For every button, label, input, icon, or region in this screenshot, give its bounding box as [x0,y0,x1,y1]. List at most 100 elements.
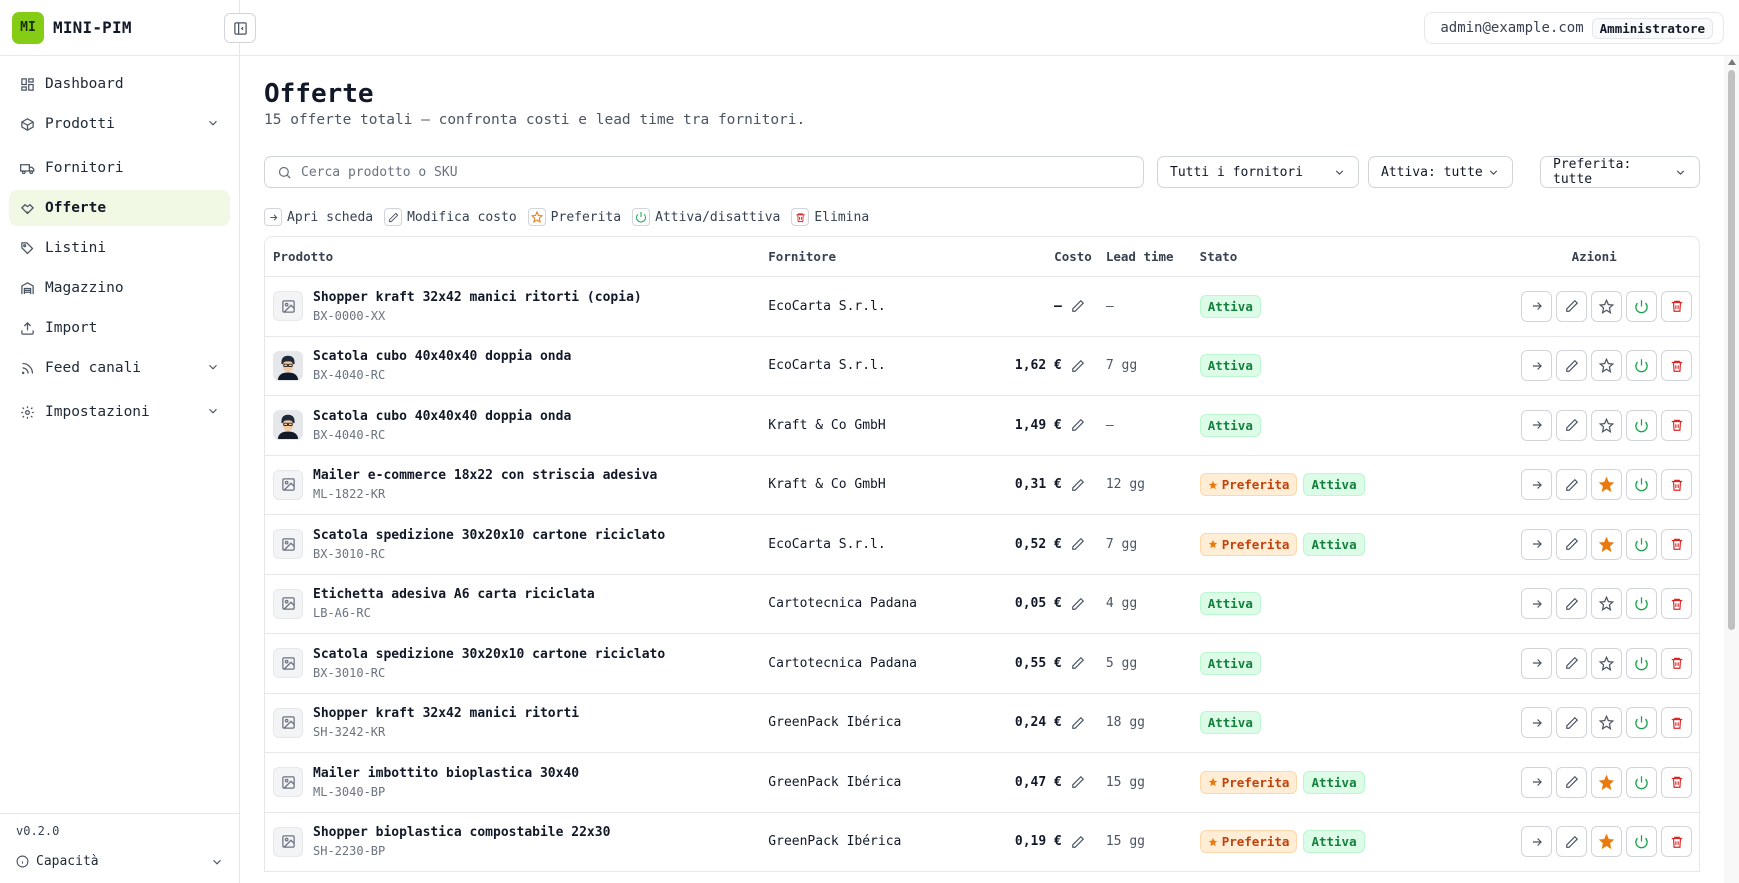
preferred-toggle-button[interactable] [1591,826,1622,858]
preferred-toggle-button[interactable] [1591,647,1622,679]
table-row[interactable]: Scatola cubo 40x40x40 doppia onda BX-4040… [265,337,1699,396]
sidebar-item-fornitori[interactable]: Fornitori [9,150,230,186]
edit-cost-button[interactable] [1556,528,1587,560]
delete-button[interactable] [1661,766,1692,798]
edit-cost-icon[interactable] [1071,656,1085,670]
preferred-toggle-button[interactable] [1591,409,1622,441]
active-toggle-button[interactable] [1626,766,1657,798]
product-name[interactable]: Mailer e-commerce 18x22 con striscia ade… [313,468,657,483]
active-toggle-button[interactable] [1626,290,1657,322]
delete-button[interactable] [1661,409,1692,441]
edit-cost-icon[interactable] [1071,359,1085,373]
open-detail-button[interactable] [1521,528,1552,560]
edit-cost-button[interactable] [1556,766,1587,798]
open-detail-button[interactable] [1521,766,1552,798]
active-toggle-button[interactable] [1626,469,1657,501]
edit-cost-icon[interactable] [1071,716,1085,730]
active-toggle-button[interactable] [1626,350,1657,382]
delete-button[interactable] [1661,290,1692,322]
edit-cost-button[interactable] [1556,647,1587,679]
col-supplier-header[interactable]: Fornitore [768,249,988,264]
scroll-up-arrow[interactable] [1728,59,1736,65]
scroll-thumb[interactable] [1728,70,1735,630]
table-row[interactable]: Shopper kraft 32x42 manici ritorti SH-324… [265,694,1699,753]
edit-cost-button[interactable] [1556,290,1587,322]
delete-button[interactable] [1661,528,1692,560]
sidebar-item-dashboard[interactable]: Dashboard [9,66,230,102]
edit-cost-button[interactable] [1556,409,1587,441]
active-toggle-button[interactable] [1626,409,1657,441]
chevron-down-icon[interactable] [206,360,220,378]
delete-button[interactable] [1661,647,1692,679]
edit-cost-icon[interactable] [1071,597,1085,611]
table-row[interactable]: Mailer e-commerce 18x22 con striscia ade… [265,456,1699,515]
open-detail-button[interactable] [1521,826,1552,858]
delete-button[interactable] [1661,707,1692,739]
table-row[interactable]: Shopper kraft 32x42 manici ritorti (copi… [265,277,1699,337]
product-name[interactable]: Shopper kraft 32x42 manici ritorti [313,706,579,721]
col-lead-header[interactable]: Lead time [1092,249,1200,264]
table-row[interactable]: Scatola cubo 40x40x40 doppia onda BX-4040… [265,396,1699,456]
open-detail-button[interactable] [1521,647,1552,679]
chevron-down-icon[interactable] [206,116,220,134]
delete-button[interactable] [1661,826,1692,858]
edit-cost-icon[interactable] [1071,478,1085,492]
table-row[interactable]: Scatola spedizione 30x20x10 cartone rici… [265,634,1699,694]
preferred-toggle-button[interactable] [1591,290,1622,322]
preferred-toggle-button[interactable] [1591,350,1622,382]
col-product-header[interactable]: Prodotto [265,249,768,264]
table-row[interactable]: Shopper bioplastica compostabile 22x30 SH… [265,813,1699,872]
edit-cost-button[interactable] [1556,707,1587,739]
preferred-toggle-button[interactable] [1591,766,1622,798]
edit-cost-icon[interactable] [1071,775,1085,789]
sidebar-item-feed-canali[interactable]: Feed canali [9,350,230,386]
chevron-down-icon[interactable] [206,404,220,422]
search-box[interactable] [264,156,1144,188]
edit-cost-button[interactable] [1556,350,1587,382]
product-name[interactable]: Scatola cubo 40x40x40 doppia onda [313,349,571,364]
delete-button[interactable] [1661,588,1692,620]
page-scrollbar[interactable] [1724,56,1739,883]
active-toggle-button[interactable] [1626,647,1657,679]
active-toggle-button[interactable] [1626,707,1657,739]
delete-button[interactable] [1661,469,1692,501]
sidebar-collapse-button[interactable] [224,13,256,43]
sidebar-item-listini[interactable]: Listini [9,230,230,266]
edit-cost-icon[interactable] [1071,537,1085,551]
table-row[interactable]: Scatola spedizione 30x20x10 cartone rici… [265,515,1699,575]
sidebar-item-import[interactable]: Import [9,310,230,346]
sidebar-item-prodotti[interactable]: Prodotti [9,106,230,142]
supplier-filter-select[interactable]: Tutti i fornitori [1157,156,1359,188]
active-toggle-button[interactable] [1626,528,1657,560]
product-name[interactable]: Etichetta adesiva A6 carta riciclata [313,587,595,602]
active-filter-select[interactable]: Attiva: tutte [1368,156,1513,188]
search-input[interactable] [301,164,1101,180]
product-name[interactable]: Mailer imbottito bioplastica 30x40 [313,766,579,781]
product-name[interactable]: Scatola spedizione 30x20x10 cartone rici… [313,528,665,543]
sidebar-item-impostazioni[interactable]: Impostazioni [9,394,230,430]
open-detail-button[interactable] [1521,350,1552,382]
preferred-filter-select[interactable]: Preferita: tutte [1540,156,1700,188]
open-detail-button[interactable] [1521,707,1552,739]
open-detail-button[interactable] [1521,409,1552,441]
edit-cost-icon[interactable] [1071,299,1085,313]
edit-cost-icon[interactable] [1071,835,1085,849]
open-detail-button[interactable] [1521,588,1552,620]
open-detail-button[interactable] [1521,469,1552,501]
preferred-toggle-button[interactable] [1591,469,1622,501]
capacity-toggle[interactable]: Capacità [16,854,224,869]
edit-cost-button[interactable] [1556,469,1587,501]
sidebar-item-offerte[interactable]: Offerte [9,190,230,226]
preferred-toggle-button[interactable] [1591,588,1622,620]
table-row[interactable]: Etichetta adesiva A6 carta riciclata LB-A… [265,575,1699,634]
delete-button[interactable] [1661,350,1692,382]
edit-cost-button[interactable] [1556,826,1587,858]
table-row[interactable]: Mailer imbottito bioplastica 30x40 ML-304… [265,753,1699,813]
edit-cost-icon[interactable] [1071,418,1085,432]
preferred-toggle-button[interactable] [1591,528,1622,560]
active-toggle-button[interactable] [1626,826,1657,858]
user-menu[interactable]: admin@example.com Amministratore [1424,12,1724,44]
sidebar-item-magazzino[interactable]: Magazzino [9,270,230,306]
product-name[interactable]: Shopper kraft 32x42 manici ritorti (copi… [313,290,642,305]
product-name[interactable]: Scatola cubo 40x40x40 doppia onda [313,409,571,424]
